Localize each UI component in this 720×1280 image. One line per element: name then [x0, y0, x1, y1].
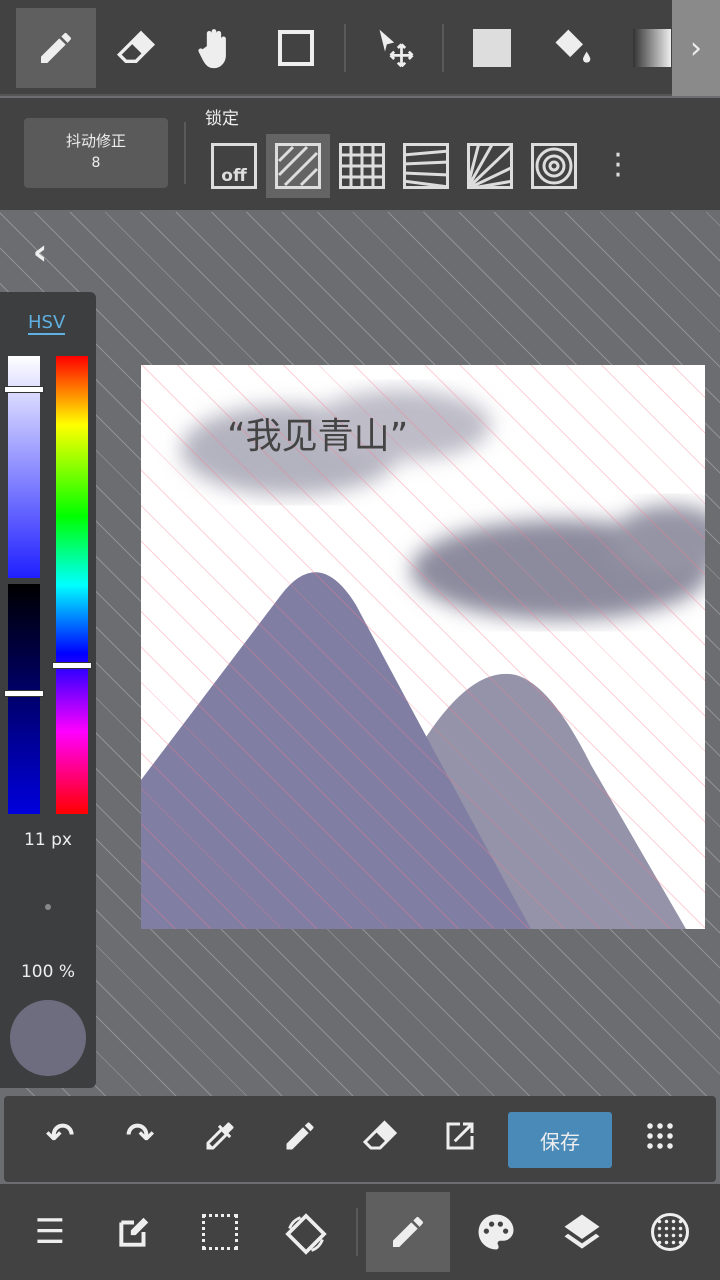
stabilizer-button[interactable]: 抖动修正 8 — [24, 118, 168, 188]
collapse-panel-button[interactable]: ‹ — [20, 231, 60, 273]
eraser-tool[interactable] — [96, 8, 176, 88]
more-options-button[interactable]: · · · — [586, 134, 650, 198]
dashed-selection-icon — [202, 1214, 238, 1250]
edit-button[interactable] — [114, 1212, 154, 1252]
palette-icon — [478, 1214, 514, 1250]
hand-icon — [198, 29, 226, 69]
eraser-icon — [362, 1120, 398, 1150]
ruler-off[interactable]: off — [202, 134, 266, 198]
ruler-concentric[interactable] — [522, 134, 586, 198]
move-selection-tool[interactable] — [356, 8, 436, 88]
saturation-slider[interactable] — [4, 356, 44, 578]
ruler-guide-lines — [141, 365, 705, 929]
ruler-radial[interactable] — [458, 134, 522, 198]
action-bar: ↶ ↷ 保存 — [4, 1096, 716, 1182]
artwork-title-text: “我见青山” — [227, 416, 409, 457]
bottom-navigation: ☰ — [0, 1184, 720, 1280]
dotted-circle-icon — [651, 1213, 689, 1251]
layers-button[interactable] — [560, 1210, 604, 1254]
chevron-right-icon: › — [690, 30, 702, 66]
filled-square-icon — [473, 29, 511, 67]
selection-button[interactable] — [200, 1212, 240, 1252]
off-icon: off — [211, 143, 257, 189]
pen-icon — [286, 1122, 314, 1150]
slider-handle[interactable] — [4, 690, 44, 697]
hand-tool[interactable] — [176, 8, 256, 88]
concentric-icon — [531, 143, 577, 189]
color-panel: HSV 11 px 100 % — [0, 292, 96, 1088]
stabilizer-label: 抖动修正 — [65, 132, 126, 150]
paint-bucket-icon — [555, 29, 591, 63]
undo-button[interactable]: ↶ — [40, 1116, 80, 1156]
layers-icon — [564, 1214, 600, 1249]
eraser-icon — [116, 30, 156, 63]
save-button[interactable]: 保存 — [508, 1112, 612, 1168]
rotate-canvas-button[interactable] — [284, 1212, 328, 1256]
brush-button[interactable] — [366, 1192, 450, 1272]
color-mode-tab[interactable]: HSV — [28, 312, 66, 335]
menu-button[interactable]: ☰ — [30, 1212, 70, 1252]
fill-color-tool[interactable] — [452, 8, 532, 88]
slider-handle[interactable] — [4, 386, 44, 393]
redo-icon: ↷ — [125, 1116, 155, 1156]
move-arrow-icon — [379, 29, 414, 68]
brush-size-dot — [45, 904, 51, 910]
hamburger-icon: ☰ — [34, 1212, 66, 1252]
pen-icon — [41, 33, 71, 63]
parallel-lines-icon — [275, 143, 321, 189]
opacity-label[interactable]: 100 % — [0, 962, 96, 982]
off-label: off — [221, 166, 247, 186]
redo-button[interactable]: ↷ — [120, 1116, 160, 1156]
screen-rotation-icon — [285, 1213, 327, 1255]
grid-icon — [339, 143, 385, 189]
value-slider[interactable] — [4, 584, 44, 814]
eraser-quick-button[interactable] — [360, 1116, 400, 1156]
undo-icon: ↶ — [45, 1116, 75, 1156]
slider-handle[interactable] — [52, 662, 92, 669]
eyedropper-button[interactable] — [200, 1116, 240, 1156]
brush-size-label[interactable]: 11 px — [0, 830, 96, 850]
bucket-tool[interactable] — [532, 8, 612, 88]
chevron-left-icon: ‹ — [32, 231, 48, 273]
sub-toolbar: 抖动修正 8 锁定 off · · · — [0, 98, 720, 210]
gradient-icon — [633, 29, 671, 67]
current-color-swatch[interactable] — [10, 1000, 86, 1076]
materials-button[interactable] — [648, 1210, 692, 1254]
perspective-icon — [403, 143, 449, 189]
pen-tool[interactable] — [16, 8, 96, 88]
grid-dots-icon — [645, 1121, 675, 1151]
lock-label: 锁定 — [205, 109, 239, 129]
drawing-canvas[interactable]: “我见青山” — [141, 365, 705, 929]
external-link-icon — [446, 1122, 474, 1150]
pen-icon — [393, 1217, 423, 1247]
more-vertical-icon: · · · — [613, 138, 623, 193]
ruler-perspective[interactable] — [394, 134, 458, 198]
rectangle-tool[interactable] — [256, 8, 336, 88]
radial-icon — [467, 143, 513, 189]
pen-quick-button[interactable] — [280, 1116, 320, 1156]
edit-square-icon — [119, 1217, 149, 1247]
palette-button[interactable] — [474, 1210, 518, 1254]
share-button[interactable] — [440, 1116, 480, 1156]
ruler-parallel[interactable] — [266, 134, 330, 198]
eyedropper-icon — [206, 1122, 234, 1150]
top-toolbar: › — [0, 0, 720, 96]
more-apps-button[interactable] — [640, 1116, 680, 1156]
hue-slider[interactable] — [52, 356, 92, 814]
stabilizer-value: 8 — [91, 155, 101, 171]
ruler-grid[interactable] — [330, 134, 394, 198]
toolbar-scroll-right[interactable]: › — [672, 0, 720, 96]
square-icon — [278, 30, 314, 66]
